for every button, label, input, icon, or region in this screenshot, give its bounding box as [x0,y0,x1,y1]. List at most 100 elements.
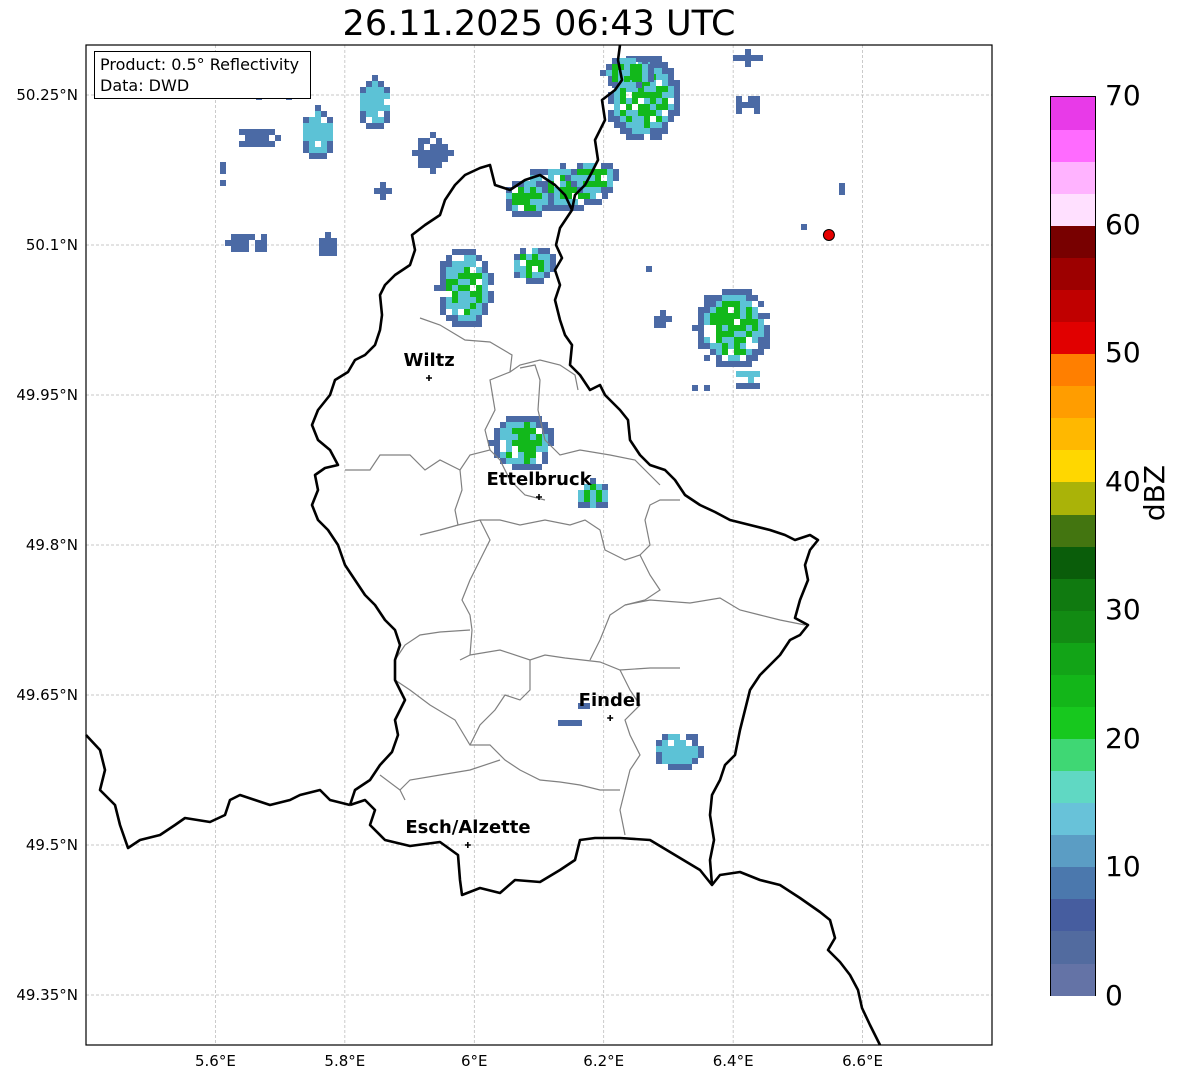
precip-cell [716,313,722,319]
precip-cell [526,278,532,284]
precip-cell [452,279,458,285]
precip-cell [524,187,530,193]
precip-cell [758,343,764,349]
precip-cell [524,181,530,187]
precip-cell [446,297,452,303]
precip-cell [239,141,245,147]
precip-cell [746,313,752,319]
precip-cell [530,440,536,446]
precip-cell [698,337,704,343]
precip-cell [452,291,458,297]
precip-cell [636,82,642,88]
precip-cell [680,746,686,752]
precip-cell [698,313,704,319]
precip-cell [263,129,269,135]
precip-cell [662,740,668,746]
precip-cell [446,273,452,279]
precip-cell [576,720,582,726]
precip-cell [440,273,446,279]
precip-cell [650,86,656,92]
precip-cell [424,150,430,156]
lat-tick-label: 49.95°N [16,386,78,404]
precip-cell [430,162,436,168]
precip-cell [742,102,748,108]
precip-cell [231,246,237,252]
precip-cell [565,175,571,181]
precip-cell [692,325,698,331]
city-marker [464,842,471,848]
precip-cell [662,98,668,104]
precip-cell [745,49,751,55]
precip-cell [583,163,589,169]
precip-cell [520,248,526,254]
precip-cell [698,325,704,331]
precip-cell [736,371,742,377]
precip-cell [518,446,524,452]
precip-cell [752,349,758,355]
precip-cell [740,331,746,337]
precip-cell [606,64,612,70]
precip-cell [614,104,620,110]
precip-cell [512,205,518,211]
precip-cell [754,96,760,102]
precip-cell [512,440,518,446]
precip-cell [751,55,757,61]
lon-tick-label: 5.6°E [195,1052,236,1070]
precip-cell [315,153,321,159]
precip-cell [620,110,626,116]
precip-cell [578,502,584,508]
precip-cell [470,279,476,285]
precip-cell [746,325,752,331]
precip-cell [532,248,538,254]
precip-cell [666,316,672,322]
precip-cell [452,285,458,291]
precip-cell [542,440,548,446]
precip-cell [752,355,758,361]
precip-cell [716,343,722,349]
lat-tick-label: 50.25°N [16,86,78,104]
precip-cell [245,129,251,135]
precip-cell [430,156,436,162]
precip-cell [482,285,488,291]
precip-cell [638,122,644,128]
precip-cell [430,144,436,150]
precip-cell [839,183,845,189]
precip-cell [315,117,321,123]
lat-tick-label: 49.8°N [25,536,78,554]
precip-cell [739,55,745,61]
precip-cell [366,81,372,87]
precip-cell [632,128,638,134]
precip-cell [728,301,734,307]
precip-cell [650,92,656,98]
radar-map [85,44,993,1046]
precip-cell [734,355,740,361]
precip-cell [638,128,644,134]
precip-cell [315,123,321,129]
precip-cell [704,337,710,343]
precip-cell [372,123,378,129]
precip-cell [500,422,506,428]
precip-cell [309,153,315,159]
precip-cell [536,446,542,452]
precip-cell [638,134,644,140]
precip-cell [614,92,620,98]
precip-cell [602,193,608,199]
precip-cell [506,440,512,446]
precip-cell [380,194,386,200]
precip-cell [530,452,536,458]
precip-cell [440,309,446,315]
precip-cell [698,307,704,313]
precip-cell [470,297,476,303]
precip-cell [758,301,764,307]
precip-cell [595,181,601,187]
precip-cell [662,128,668,134]
precip-cell [518,428,524,434]
dbz-colorbar [1050,96,1096,996]
precip-cell [740,301,746,307]
precip-cell [722,301,728,307]
precip-cell [536,440,542,446]
precip-cell [680,758,686,764]
precip-cell [476,315,482,321]
precip-cell [626,110,632,116]
colorbar-segment [1051,610,1095,643]
